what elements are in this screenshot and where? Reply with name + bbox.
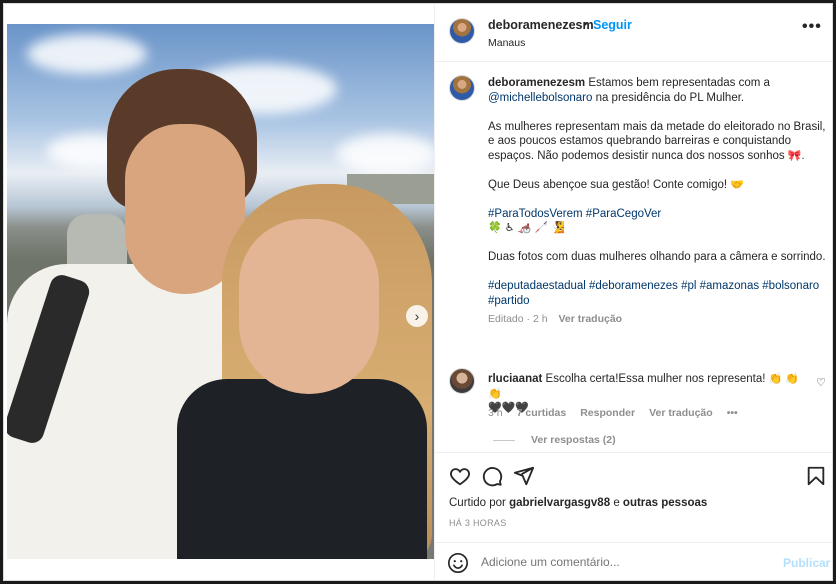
hashtags[interactable]: #deputadaestadual #deboramenezes #pl #am… bbox=[488, 280, 819, 307]
reply-button[interactable]: Responder bbox=[580, 407, 635, 419]
avatar[interactable] bbox=[449, 18, 475, 44]
edited-time: Editado · 2 h bbox=[488, 313, 548, 325]
comment-icon[interactable] bbox=[481, 465, 503, 487]
liked-by-others[interactable]: outras pessoas bbox=[623, 497, 707, 509]
comment-translate-link[interactable]: Ver tradução bbox=[649, 407, 713, 419]
caption-username[interactable]: deboramenezesm bbox=[488, 77, 585, 89]
mention-link[interactable]: @michellebolsonaro bbox=[488, 92, 592, 104]
post-dialog: › deboramenezesm • Seguir Manaus ••• deb… bbox=[3, 3, 833, 581]
comment-meta: 3 h 7 curtidas Responder Ver tradução ••… bbox=[488, 407, 738, 419]
publish-button[interactable]: Publicar bbox=[783, 556, 830, 570]
view-replies-button[interactable]: Ver respostas (2) bbox=[493, 434, 616, 446]
carousel-next-button[interactable]: › bbox=[406, 305, 428, 327]
action-bar: Curtido por gabrielvargasgv88 e outras p… bbox=[435, 452, 832, 542]
author-username[interactable]: deboramenezesm bbox=[488, 18, 594, 32]
follow-button[interactable]: Seguir bbox=[593, 18, 632, 32]
liked-by: Curtido por gabrielvargasgv88 e outras p… bbox=[449, 497, 707, 509]
comment-body: Escolha certa!Essa mulher nos representa… bbox=[545, 373, 766, 385]
translate-link[interactable]: Ver tradução bbox=[558, 313, 622, 325]
sky-cloud bbox=[27, 34, 147, 74]
caption-paragraph: Que Deus abençoe sua gestão! Conte comig… bbox=[488, 178, 728, 191]
post-location[interactable]: Manaus bbox=[488, 37, 525, 49]
sky-cloud bbox=[337, 134, 434, 174]
comment-likes[interactable]: 7 curtidas bbox=[517, 407, 567, 419]
woman-dark-shirt bbox=[177, 379, 427, 559]
accessibility-hashtags[interactable]: #ParaTodosVerem #ParaCegoVer bbox=[488, 208, 661, 220]
separator-dot: • bbox=[583, 17, 588, 31]
add-comment-bar: Publicar bbox=[435, 542, 832, 580]
accessibility-emojis: 🍀 ♿ 🦽 🦯 🧏 bbox=[488, 222, 565, 234]
caption-line1: Estamos bem representadas com a bbox=[588, 77, 770, 89]
caption-line1-tail: na presidência do PL Mulher. bbox=[592, 91, 745, 104]
liked-by-user[interactable]: gabrielvargasgv88 bbox=[509, 497, 610, 509]
post-timestamp[interactable]: HÁ 3 HORAS bbox=[449, 518, 507, 528]
handshake-emoji: 🤝 bbox=[730, 178, 745, 191]
more-options-icon[interactable]: ••• bbox=[802, 18, 822, 36]
replies-line bbox=[493, 439, 515, 441]
view-replies-label: Ver respostas (2) bbox=[531, 434, 616, 446]
post-photo[interactable]: › bbox=[7, 24, 434, 559]
post-side-panel: deboramenezesm • Seguir Manaus ••• debor… bbox=[434, 4, 832, 580]
comment-username[interactable]: rluciaanat bbox=[488, 373, 542, 385]
avatar[interactable] bbox=[449, 75, 475, 101]
bookmark-icon[interactable] bbox=[805, 465, 827, 487]
caption-paragraph: As mulheres representam mais da metade d… bbox=[488, 120, 826, 162]
ribbon-emoji: 🎀. bbox=[787, 149, 805, 162]
comment-like-icon[interactable]: ♡ bbox=[816, 376, 826, 389]
comment-input[interactable] bbox=[481, 555, 761, 569]
comment-more-icon[interactable]: ••• bbox=[727, 407, 738, 419]
liked-by-prefix: Curtido por bbox=[449, 497, 506, 509]
heart-icon[interactable] bbox=[449, 465, 471, 487]
avatar[interactable] bbox=[449, 368, 475, 394]
caption-text: deboramenezesm Estamos bem representadas… bbox=[488, 76, 828, 327]
comment-time: 3 h bbox=[488, 407, 503, 419]
comments-section[interactable]: deboramenezesm Estamos bem representadas… bbox=[435, 63, 832, 451]
send-icon[interactable] bbox=[513, 465, 535, 487]
emoji-icon[interactable] bbox=[447, 552, 469, 574]
liked-by-middle: e bbox=[613, 497, 620, 509]
woman-face bbox=[239, 219, 379, 394]
caption-meta: Editado · 2 h Ver tradução bbox=[488, 312, 828, 327]
post-header: deboramenezesm • Seguir Manaus ••• bbox=[435, 4, 832, 62]
image-description: Duas fotos com duas mulheres olhando par… bbox=[488, 251, 826, 263]
